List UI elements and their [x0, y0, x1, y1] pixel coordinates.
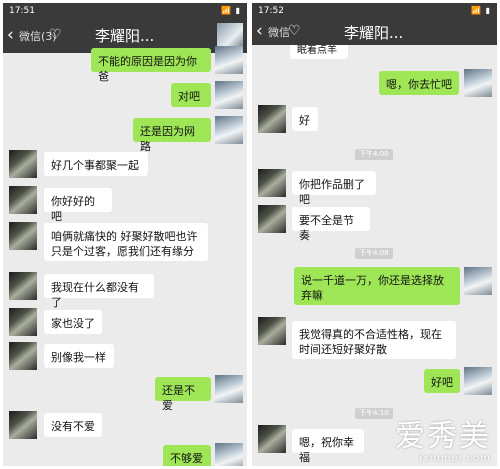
message-bubble-sent[interactable]: 对吧	[171, 83, 211, 107]
status-time: 17:52	[258, 6, 284, 16]
timestamp: 下午4:00	[355, 149, 393, 160]
watermark-logo: 爱秀美	[395, 419, 491, 454]
message-bubble-received[interactable]: 别像我一样	[44, 344, 114, 368]
message-bubble-sent[interactable]: 嗯，你去忙吧	[379, 71, 459, 95]
message-bubble-received[interactable]: 你好好的吧	[44, 188, 112, 223]
message-bubble-received[interactable]: 我觉得真的不合适性格，现在时间还短好聚好散	[292, 321, 456, 359]
back-arrow-icon[interactable]: ‹	[7, 25, 14, 45]
signal-battery-icon: 📶 ▮	[471, 6, 491, 15]
message-bubble-received[interactable]: 你把作品删了吧	[292, 171, 376, 206]
message-bubble-sent[interactable]: 好吧	[424, 369, 460, 393]
message-bubble-received[interactable]: 要不全是节奏	[292, 207, 370, 242]
message-bubble-received[interactable]: 好	[292, 107, 318, 131]
back-arrow-icon[interactable]: ‹	[256, 21, 263, 41]
status-bar: 17:52 📶 ▮	[252, 3, 497, 19]
chat-header: ‹ 微信 ♡ 李耀阳...	[252, 19, 497, 45]
contact-avatar[interactable]	[9, 150, 37, 178]
watermark-url: ixiumei.com	[418, 453, 491, 464]
my-avatar[interactable]	[215, 81, 243, 109]
my-avatar[interactable]	[464, 267, 492, 295]
message-bubble-sent[interactable]: 还是不爱	[155, 377, 211, 412]
back-label[interactable]: 微信	[268, 24, 290, 40]
message-bubble-received[interactable]: 没有不爱	[44, 413, 102, 437]
contact-avatar[interactable]	[9, 222, 37, 250]
chat-title: 李耀阳...	[95, 27, 155, 45]
message-bubble-sent[interactable]: 不能的原因是因为你爸	[91, 48, 211, 83]
timestamp: 下午4:08	[355, 248, 393, 259]
my-avatar[interactable]	[215, 443, 243, 466]
message-bubble-sent[interactable]: 不够爱	[163, 445, 211, 466]
message-bubble-sent[interactable]: 还是因为网路	[133, 118, 211, 153]
my-avatar[interactable]	[215, 46, 243, 74]
message-bubble-received[interactable]: 嗯，祝你幸福	[292, 429, 364, 464]
status-bar: 17:51 📶 ▮	[3, 3, 247, 19]
contact-avatar[interactable]	[258, 169, 286, 197]
message-bubble-received[interactable]: 咱俩就痛快的 好聚好散吧也许只是个过客，愿我们还有缘分	[44, 223, 208, 261]
chat-title: 李耀阳...	[344, 24, 404, 42]
contact-avatar[interactable]	[9, 342, 37, 370]
my-avatar[interactable]	[215, 375, 243, 403]
contact-avatar[interactable]	[258, 425, 286, 453]
contact-avatar[interactable]	[258, 205, 286, 233]
contact-avatar[interactable]	[9, 308, 37, 336]
heart-icon[interactable]: ♡	[49, 27, 62, 43]
contact-avatar[interactable]	[9, 272, 37, 300]
message-bubble-received[interactable]: 好几个事都聚一起	[44, 152, 148, 176]
contact-avatar[interactable]	[258, 317, 286, 345]
message-bubble-sent[interactable]: 说一千道一万，你还是选择放弃嘛	[294, 267, 460, 305]
message-bubble-received[interactable]: 我现在什么都没有了	[44, 274, 154, 309]
my-avatar[interactable]	[464, 367, 492, 395]
timestamp: 下午4:10	[355, 408, 393, 419]
heart-icon[interactable]: ♡	[288, 23, 301, 39]
status-time: 17:51	[9, 6, 35, 16]
message-bubble-received[interactable]: 家也没了	[44, 310, 102, 334]
watermark: 爱秀美 ixiumei.com	[395, 419, 491, 465]
contact-avatar[interactable]	[9, 186, 37, 214]
my-avatar[interactable]	[215, 116, 243, 144]
contact-avatar[interactable]	[9, 411, 37, 439]
chat-screen-left: 17:51 📶 ▮ ‹ 微信(3) ♡ 李耀阳... 不能的原因是因为你爸 对吧…	[3, 3, 247, 466]
chat-screen-right: 17:52 📶 ▮ 眠着点羊 ‹ 微信 ♡ 李耀阳... 嗯，你去忙吧 好 下午…	[252, 3, 497, 466]
my-avatar[interactable]	[464, 69, 492, 97]
contact-avatar[interactable]	[258, 105, 286, 133]
signal-battery-icon: 📶 ▮	[221, 6, 241, 15]
